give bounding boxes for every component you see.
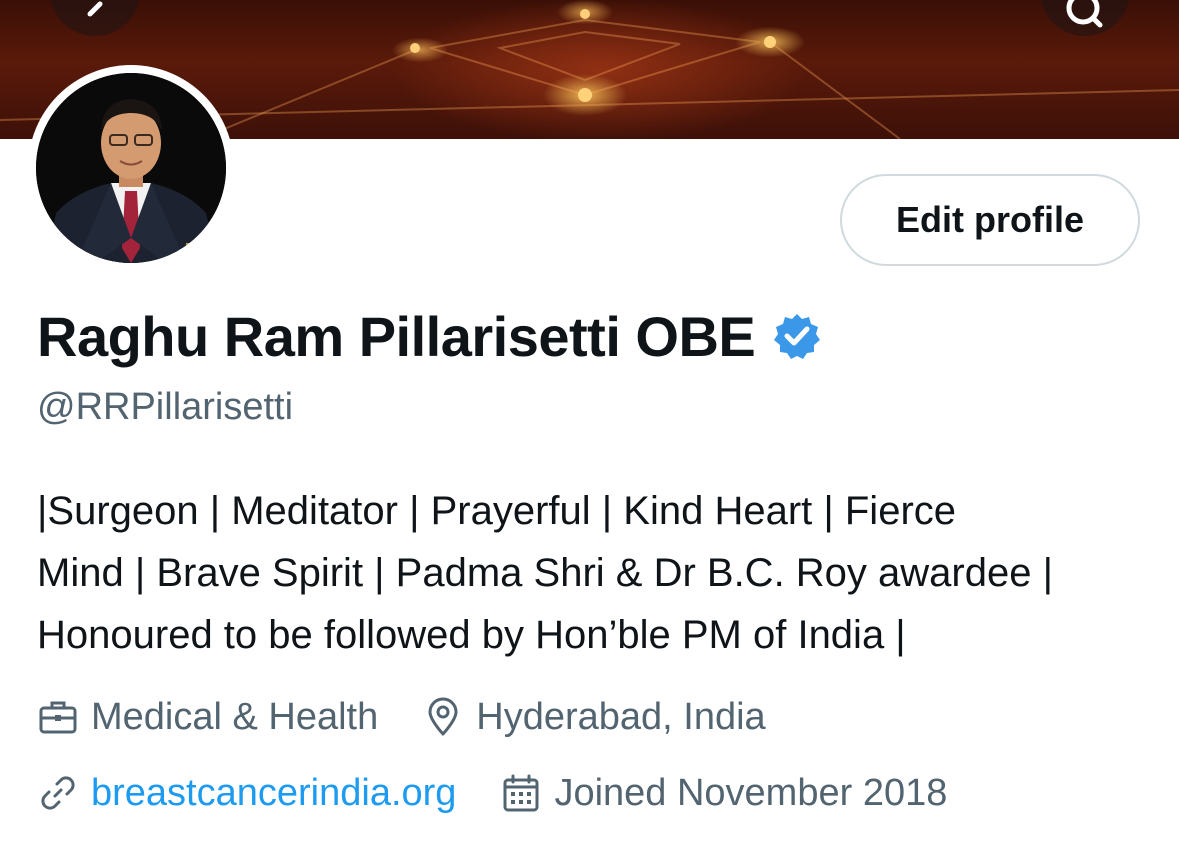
display-name: Raghu Ram Pillarisetti OBE [37,304,756,368]
profile-handle: @RRPillarisetti [37,386,294,428]
profile-meta-row: breastcancerindia.org Joined November 20… [37,766,947,820]
bio-line: Mind | Brave Spirit | Padma Shri & Dr B.… [37,551,1053,595]
website-link[interactable]: breastcancerindia.org [91,772,456,815]
profile-bio: |Surgeon | Meditator | Prayerful | Kind … [37,480,1157,666]
profile-website[interactable]: breastcancerindia.org [37,772,456,815]
search-button[interactable] [1040,0,1130,36]
location-pin-icon [428,697,458,736]
briefcase-icon [39,701,77,734]
profile-category: Medical & Health [37,696,378,739]
bio-line: |Surgeon | Meditator | Prayerful | Kind … [37,489,957,533]
bio-line: Honoured to be followed by Hon’ble PM of… [37,613,906,657]
location-text: Hyderabad, India [476,695,766,738]
profile-avatar[interactable] [28,65,234,271]
calendar-icon [503,774,539,812]
profile-meta-row: Medical & Health Hyderabad, India [37,690,766,744]
joined-text: Joined November 2018 [554,771,948,814]
search-icon [1066,0,1103,28]
verified-badge-icon[interactable] [773,312,821,360]
arrow-left-icon [87,1,103,17]
back-button[interactable] [50,0,140,36]
edit-profile-button[interactable]: Edit profile [840,174,1140,266]
edit-profile-label: Edit profile [896,199,1084,240]
profile-name-row: Raghu Ram Pillarisetti OBE [37,300,821,372]
link-icon [41,776,75,810]
profile-location: Hyderabad, India [422,695,766,739]
category-text: Medical & Health [91,695,379,738]
avatar-photo [36,73,226,263]
profile-joined: Joined November 2018 [500,772,947,815]
